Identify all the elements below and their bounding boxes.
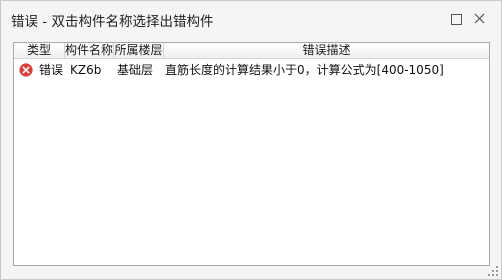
list-header: 类型 构件名称 所属楼层 错误描述	[14, 43, 489, 59]
close-icon	[474, 13, 485, 24]
resize-grip[interactable]	[488, 266, 498, 276]
column-header-floor[interactable]: 所属楼层	[114, 43, 164, 59]
window-title: 错误 - 双击构件名称选择出错构件	[11, 14, 214, 30]
error-list[interactable]: 类型 构件名称 所属楼层 错误描述 错误 KZ6b 基础层 直筋长度的计算结果小…	[13, 42, 490, 266]
row-component-name[interactable]: KZ6b	[70, 63, 101, 78]
maximize-button[interactable]	[445, 9, 467, 29]
row-description: 直筋长度的计算结果小于0，计算公式为[400-1050]	[165, 63, 444, 77]
row-type: 错误	[39, 63, 64, 77]
column-header-type[interactable]: 类型	[14, 43, 65, 59]
error-icon	[19, 63, 33, 77]
close-button[interactable]	[469, 9, 491, 29]
column-header-name[interactable]: 构件名称	[65, 43, 114, 59]
row-floor: 基础层	[117, 63, 154, 77]
title-bar[interactable]: 错误 - 双击构件名称选择出错构件	[1, 1, 501, 38]
error-dialog: 错误 - 双击构件名称选择出错构件 类型 构件名称 所属楼层 错误描述 错误 K…	[0, 0, 502, 280]
column-header-description[interactable]: 错误描述	[164, 43, 489, 59]
list-item[interactable]: 错误 KZ6b 基础层 直筋长度的计算结果小于0，计算公式为[400-1050]	[14, 60, 489, 81]
